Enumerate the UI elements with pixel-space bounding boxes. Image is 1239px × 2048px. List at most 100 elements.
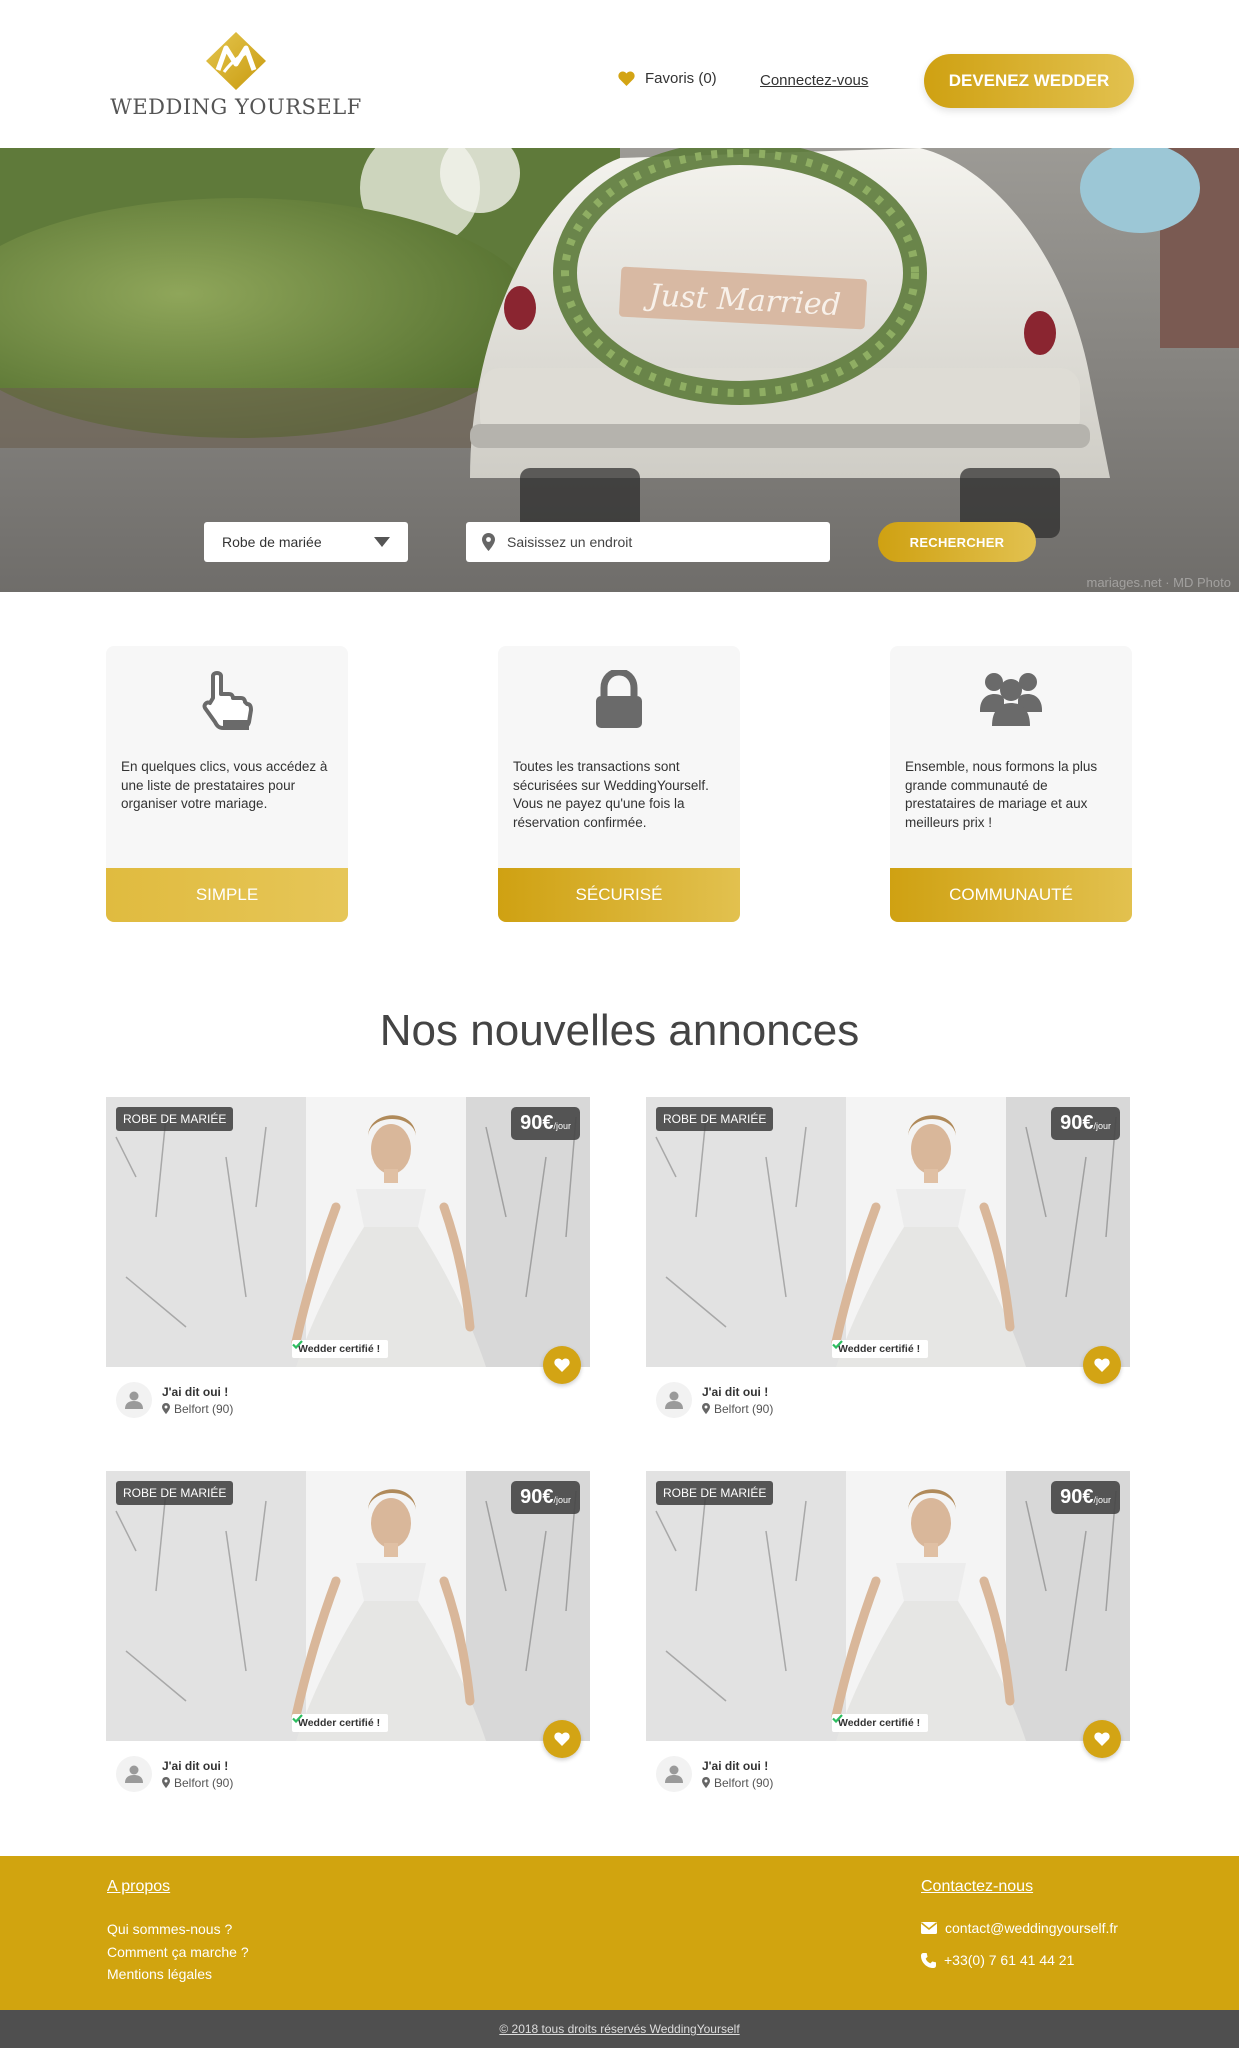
add-favorite-button[interactable]: [543, 1720, 581, 1758]
price-badge: 90€/jour: [511, 1107, 580, 1140]
feature-card-simple: En quelques clics, vous accédez à une li…: [106, 646, 348, 922]
seller-info: J'ai dit oui ! Belfort (90): [656, 1382, 773, 1418]
feature-card-community: Ensemble, nous formons la plus grande co…: [890, 646, 1132, 922]
map-pin-icon: [702, 1777, 710, 1788]
heart-icon: [554, 1358, 570, 1372]
contact-email[interactable]: contact@weddingyourself.fr: [945, 1920, 1118, 1936]
contact-phone[interactable]: +33(0) 7 61 41 44 21: [944, 1952, 1074, 1968]
logo-mark-icon: [206, 32, 266, 90]
user-icon: [125, 1391, 143, 1409]
heart-icon: [554, 1732, 570, 1746]
seller-location: Belfort (90): [702, 1402, 773, 1416]
location-field[interactable]: [466, 522, 830, 562]
check-icon: [832, 1714, 843, 1723]
contact-title[interactable]: Contactez-nous: [921, 1878, 1033, 1896]
map-pin-icon: [162, 1403, 170, 1414]
check-icon: [292, 1714, 303, 1723]
hero-banner: Just Married Robe de mariée RECHERCHER m…: [0, 148, 1239, 592]
price-badge: 90€/jour: [1051, 1107, 1120, 1140]
feature-card-secure: Toutes les transactions sont sécurisées …: [498, 646, 740, 922]
listing-card[interactable]: ROBE DE MARIÉE 90€/jour Wedder certifié …: [646, 1471, 1130, 1811]
feature-text-secure: Toutes les transactions sont sécurisées …: [513, 759, 709, 830]
site-footer: A propos Qui sommes-nous ? Comment ça ma…: [0, 1856, 1239, 2010]
price-badge: 90€/jour: [511, 1481, 580, 1514]
favorites-label: Favoris (0): [645, 70, 717, 87]
feature-text-simple: En quelques clics, vous accédez à une li…: [121, 759, 328, 811]
about-links: Qui sommes-nous ? Comment ça marche ? Me…: [107, 1918, 249, 1986]
pointer-hand-icon: [202, 671, 253, 730]
brand-name: WEDDING YOURSELF: [110, 95, 362, 119]
avatar: [656, 1382, 692, 1418]
photo-watermark: mariages.net · MD Photo: [1086, 575, 1231, 590]
add-favorite-button[interactable]: [1083, 1720, 1121, 1758]
lock-icon: [596, 670, 642, 728]
price-unit: /jour: [1093, 1121, 1111, 1131]
location-input[interactable]: [507, 534, 807, 550]
seller-location-label: Belfort (90): [714, 1775, 774, 1790]
heart-icon: [1094, 1732, 1110, 1746]
seller-location-label: Belfort (90): [714, 1401, 774, 1416]
add-favorite-button[interactable]: [543, 1346, 581, 1384]
feature-text-community: Ensemble, nous formons la plus grande co…: [905, 759, 1098, 830]
listing-card[interactable]: ROBE DE MARIÉE 90€/jour Wedder certifié …: [106, 1097, 590, 1437]
price-value: 90€: [1060, 1112, 1094, 1134]
seller-location-label: Belfort (90): [174, 1401, 234, 1416]
avatar: [116, 1756, 152, 1792]
listing-photo: ROBE DE MARIÉE 90€/jour Wedder certifié …: [646, 1471, 1130, 1741]
feature-button-secure[interactable]: SÉCURISÉ: [498, 868, 740, 922]
copyright-text[interactable]: © 2018 tous droits réservés WeddingYours…: [499, 2022, 739, 2036]
brand-logo[interactable]: WEDDING YOURSELF: [106, 30, 366, 120]
certified-label: Wedder certifié !: [298, 1343, 381, 1355]
category-badge: ROBE DE MARIÉE: [656, 1107, 774, 1131]
users-icon: [980, 673, 1042, 726]
seller-location-label: Belfort (90): [174, 1775, 234, 1790]
map-pin-icon: [482, 533, 495, 551]
phone-icon: [921, 1952, 936, 1968]
seller-location: Belfort (90): [702, 1776, 773, 1790]
price-value: 90€: [1060, 1486, 1094, 1508]
user-icon: [665, 1391, 683, 1409]
price-unit: /jour: [1093, 1495, 1111, 1505]
feature-button-simple[interactable]: SIMPLE: [106, 868, 348, 922]
site-header: WEDDING YOURSELF Favoris (0) Connectez-v…: [0, 0, 1239, 148]
map-pin-icon: [162, 1777, 170, 1788]
avatar: [116, 1382, 152, 1418]
contact-phone-row[interactable]: +33(0) 7 61 41 44 21: [921, 1952, 1074, 1968]
add-favorite-button[interactable]: [1083, 1346, 1121, 1384]
become-wedder-button[interactable]: DEVENEZ WEDDER: [924, 54, 1134, 108]
contact-email-row[interactable]: contact@weddingyourself.fr: [921, 1920, 1118, 1936]
login-link[interactable]: Connectez-vous: [760, 72, 868, 89]
category-select[interactable]: Robe de mariée: [204, 522, 408, 562]
seller-name: J'ai dit oui !: [702, 1758, 769, 1773]
check-icon: [292, 1340, 303, 1349]
price-unit: /jour: [553, 1121, 571, 1131]
certified-badge: Wedder certifié !: [292, 1714, 389, 1732]
heart-icon: [1094, 1358, 1110, 1372]
seller-name: J'ai dit oui !: [162, 1758, 229, 1773]
listing-card[interactable]: ROBE DE MARIÉE 90€/jour Wedder certifié …: [106, 1471, 590, 1811]
price-badge: 90€/jour: [1051, 1481, 1120, 1514]
about-title[interactable]: A propos: [107, 1878, 170, 1896]
certified-label: Wedder certifié !: [838, 1343, 921, 1355]
certified-badge: Wedder certifié !: [832, 1714, 929, 1732]
avatar: [656, 1756, 692, 1792]
certified-badge: Wedder certifié !: [832, 1340, 929, 1358]
footer-link-legal[interactable]: Mentions légales: [107, 1963, 249, 1986]
footer-link-about-us[interactable]: Qui sommes-nous ?: [107, 1918, 249, 1941]
favorites-link[interactable]: Favoris (0): [618, 70, 717, 87]
listings-title: Nos nouvelles annonces: [379, 1006, 860, 1055]
seller-info: J'ai dit oui ! Belfort (90): [116, 1382, 233, 1418]
listing-photo: ROBE DE MARIÉE 90€/jour Wedder certifié …: [646, 1097, 1130, 1367]
feature-button-community[interactable]: COMMUNAUTÉ: [890, 868, 1132, 922]
copyright-bar: © 2018 tous droits réservés WeddingYours…: [0, 2010, 1239, 2048]
search-button[interactable]: RECHERCHER: [878, 522, 1036, 562]
user-icon: [125, 1765, 143, 1783]
user-icon: [665, 1765, 683, 1783]
category-badge: ROBE DE MARIÉE: [116, 1481, 234, 1505]
listing-photo: ROBE DE MARIÉE 90€/jour Wedder certifié …: [106, 1097, 590, 1367]
seller-name: J'ai dit oui !: [162, 1384, 229, 1399]
seller-info: J'ai dit oui ! Belfort (90): [116, 1756, 233, 1792]
footer-link-how-it-works[interactable]: Comment ça marche ?: [107, 1941, 249, 1964]
seller-location: Belfort (90): [162, 1776, 233, 1790]
listing-card[interactable]: ROBE DE MARIÉE 90€/jour Wedder certifié …: [646, 1097, 1130, 1437]
